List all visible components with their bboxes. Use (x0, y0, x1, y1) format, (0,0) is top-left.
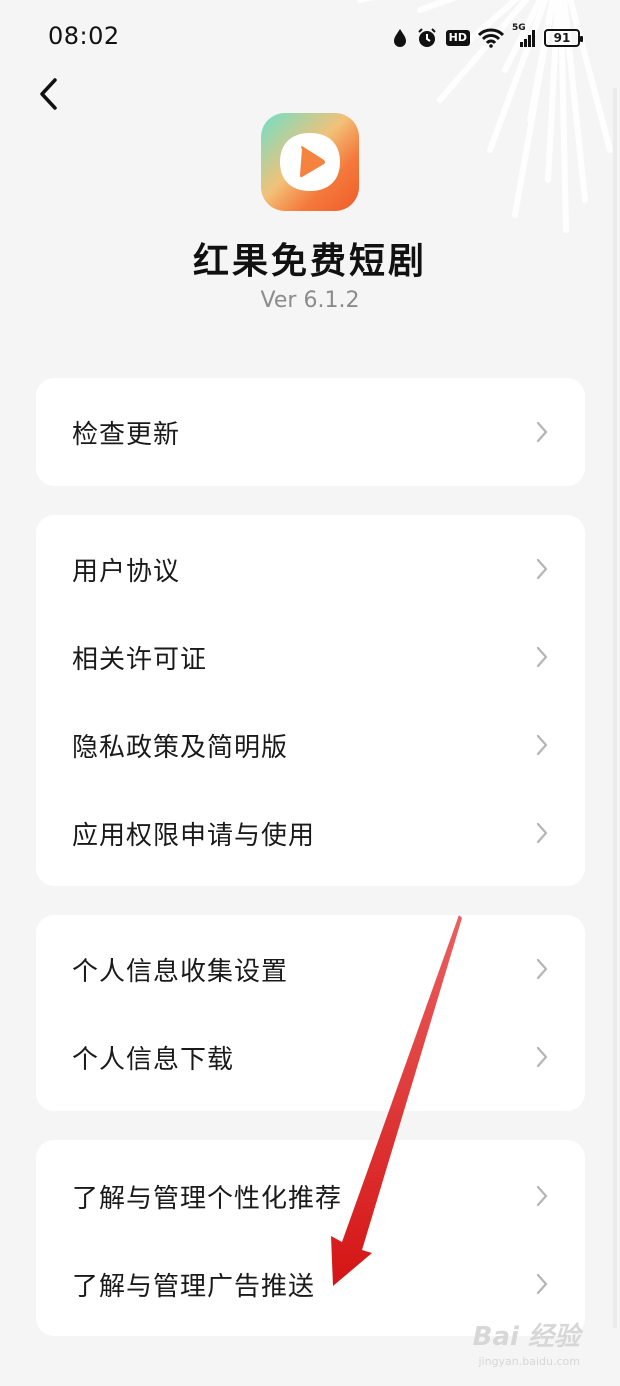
personal-info-download-item[interactable]: 个人信息下载 (36, 1013, 585, 1101)
settings-group-recommendation: 了解与管理个性化推荐 了解与管理广告推送 (36, 1140, 585, 1336)
chevron-left-icon (40, 78, 57, 110)
item-label: 了解与管理广告推送 (72, 1271, 316, 1302)
check-update-item[interactable]: 检查更新 (36, 388, 585, 476)
chevron-right-icon (536, 1185, 548, 1207)
drop-icon (392, 28, 408, 48)
app-name: 红果免费短剧 (192, 241, 427, 282)
chevron-right-icon (536, 734, 548, 756)
ad-push-management-item[interactable]: 了解与管理广告推送 (36, 1240, 585, 1328)
chevron-right-icon (536, 558, 548, 580)
battery-icon: 91 (544, 29, 583, 47)
network-type-label: 5G (512, 23, 526, 33)
scrollbar[interactable] (613, 88, 617, 1328)
item-label: 隐私政策及简明版 (72, 732, 289, 763)
watermark-sub: jingyan.baidu.com (478, 1355, 580, 1368)
wifi-icon (478, 28, 504, 48)
item-label: 用户协议 (72, 556, 181, 587)
app-logo (261, 113, 359, 211)
about-page: 08:02 HD 5G 91 红果免费短剧 Ver 6.1.2 检查更新 用户协… (0, 0, 620, 1386)
item-label: 相关许可证 (72, 644, 208, 675)
privacy-policy-item[interactable]: 隐私政策及简明版 (36, 701, 585, 789)
item-label: 个人信息收集设置 (72, 956, 289, 987)
item-label: 检查更新 (72, 419, 181, 450)
app-permissions-item[interactable]: 应用权限申请与使用 (36, 789, 585, 877)
chevron-right-icon (536, 822, 548, 844)
watermark: Bai 经验 jingyan.baidu.com (473, 1316, 580, 1368)
user-agreement-item[interactable]: 用户协议 (36, 525, 585, 613)
item-label: 应用权限申请与使用 (72, 820, 316, 851)
chevron-right-icon (536, 1273, 548, 1295)
settings-group-legal: 用户协议 相关许可证 隐私政策及简明版 应用权限申请与使用 (36, 515, 585, 886)
settings-group-update: 检查更新 (36, 378, 585, 486)
personal-info-collection-item[interactable]: 个人信息收集设置 (36, 925, 585, 1013)
battery-level: 91 (553, 31, 571, 45)
status-bar: 08:02 HD 5G 91 (0, 0, 620, 76)
status-icons: HD 5G 91 (392, 23, 583, 52)
licenses-item[interactable]: 相关许可证 (36, 613, 585, 701)
item-label: 了解与管理个性化推荐 (72, 1183, 343, 1214)
back-button[interactable] (28, 74, 68, 114)
chevron-right-icon (536, 958, 548, 980)
5g-signal-icon: 5G (512, 23, 536, 49)
hd-icon: HD (445, 30, 470, 46)
chevron-right-icon (536, 1046, 548, 1068)
status-time: 08:02 (48, 22, 120, 50)
alarm-icon (416, 27, 438, 49)
settings-group-personal-info: 个人信息收集设置 个人信息下载 (36, 915, 585, 1111)
app-version: Ver 6.1.2 (260, 288, 360, 313)
item-label: 个人信息下载 (72, 1044, 235, 1075)
chevron-right-icon (536, 421, 548, 443)
personalized-recommendation-item[interactable]: 了解与管理个性化推荐 (36, 1152, 585, 1240)
chevron-right-icon (536, 646, 548, 668)
watermark-main: Bai 经验 (472, 1322, 580, 1352)
